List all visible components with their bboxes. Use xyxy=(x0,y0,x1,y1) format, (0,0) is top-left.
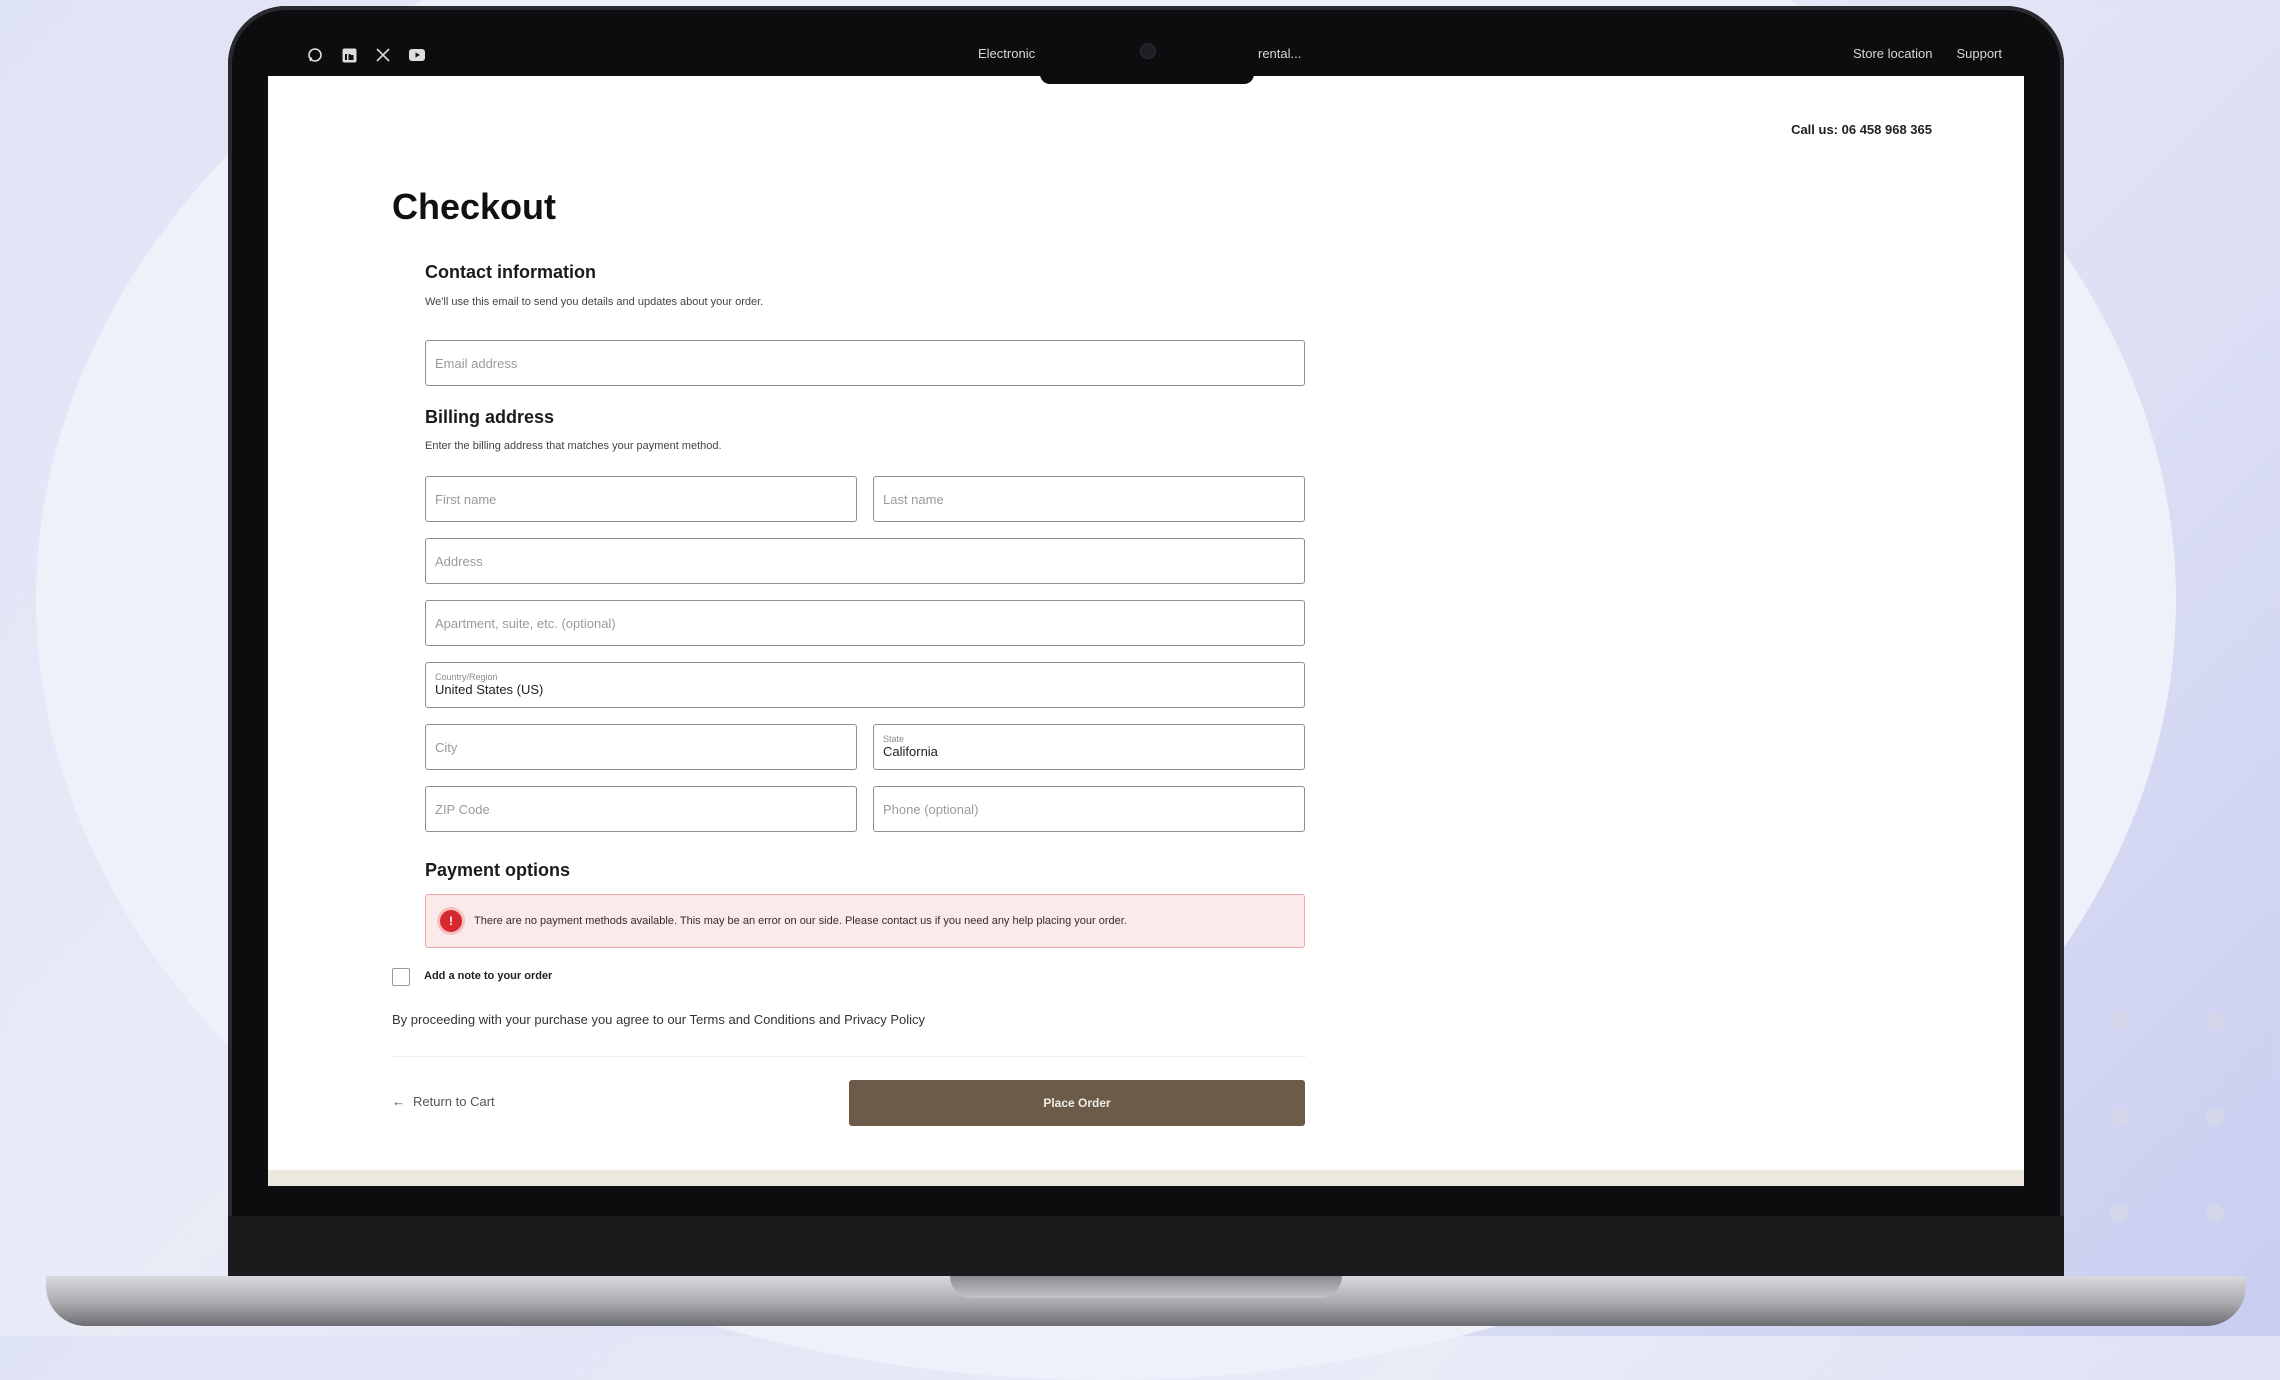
city-field[interactable]: City xyxy=(425,724,857,770)
webcam-icon xyxy=(1140,43,1156,59)
phone-placeholder: Phone (optional) xyxy=(883,801,979,817)
error-icon: ! xyxy=(440,910,462,932)
topbar-center-left[interactable]: Electronic xyxy=(978,46,1035,61)
phone-field[interactable]: Phone (optional) xyxy=(873,786,1305,832)
country-select[interactable]: Country/Region United States (US) xyxy=(425,662,1305,708)
page-footer-strip xyxy=(268,1170,2024,1186)
support-link[interactable]: Support xyxy=(1956,46,2002,61)
return-to-cart-label: Return to Cart xyxy=(413,1094,495,1109)
store-location-link[interactable]: Store location xyxy=(1853,46,1933,61)
arrow-left-icon: ← xyxy=(392,1094,405,1109)
laptop-bottom-bezel xyxy=(228,1216,2064,1276)
first-name-field[interactable]: First name xyxy=(425,476,857,522)
payment-heading: Payment options xyxy=(425,860,571,880)
state-label: State xyxy=(883,734,905,744)
email-field[interactable]: Email address xyxy=(425,340,1305,386)
state-value: California xyxy=(883,744,938,759)
city-placeholder: City xyxy=(435,739,458,755)
country-label: Country/Region xyxy=(435,672,498,682)
billing-heading: Billing address xyxy=(425,407,555,427)
terms-text: By proceeding with your purchase you agr… xyxy=(392,1012,926,1027)
divider xyxy=(392,1056,1306,1057)
zip-placeholder: ZIP Code xyxy=(435,801,490,817)
camera-notch xyxy=(1040,74,1254,84)
topbar-right-links: Store location Support xyxy=(1853,46,2002,61)
last-name-field[interactable]: Last name xyxy=(873,476,1305,522)
contact-heading: Contact information xyxy=(425,262,596,282)
order-note-label[interactable]: Add a note to your order xyxy=(424,970,552,982)
address-field[interactable]: Address xyxy=(425,538,1305,584)
place-order-button[interactable]: Place Order xyxy=(849,1080,1305,1126)
whatsapp-icon[interactable] xyxy=(306,46,324,64)
linkedin-icon[interactable] xyxy=(340,46,358,64)
country-value: United States (US) xyxy=(435,682,544,697)
contact-description: We'll use this email to send you details… xyxy=(425,296,764,308)
order-note-checkbox[interactable] xyxy=(392,968,410,986)
email-placeholder: Email address xyxy=(435,355,518,371)
last-name-placeholder: Last name xyxy=(883,491,944,507)
youtube-icon[interactable] xyxy=(408,46,426,64)
zip-field[interactable]: ZIP Code xyxy=(425,786,857,832)
social-links xyxy=(306,46,426,64)
apartment-field[interactable]: Apartment, suite, etc. (optional) xyxy=(425,600,1305,646)
laptop-hinge-notch xyxy=(950,1276,1342,1298)
payment-error-text: There are no payment methods available. … xyxy=(474,915,1127,927)
page-title: Checkout xyxy=(392,186,557,227)
topbar-center-right[interactable]: rental... xyxy=(1258,46,1301,61)
payment-error-notice: ! There are no payment methods available… xyxy=(425,894,1305,948)
call-us-text: Call us: 06 458 968 365 xyxy=(1791,122,1932,137)
address-placeholder: Address xyxy=(435,553,483,569)
x-icon[interactable] xyxy=(374,46,392,64)
billing-description: Enter the billing address that matches y… xyxy=(425,440,722,452)
first-name-placeholder: First name xyxy=(435,491,497,507)
decorative-dots xyxy=(2110,1012,2250,1232)
checkout-page: Call us: 06 458 968 365 Checkout Contact… xyxy=(268,76,2024,1186)
return-to-cart-link[interactable]: ← Return to Cart xyxy=(392,1094,495,1109)
apartment-placeholder: Apartment, suite, etc. (optional) xyxy=(435,615,616,631)
state-select[interactable]: State California xyxy=(873,724,1305,770)
